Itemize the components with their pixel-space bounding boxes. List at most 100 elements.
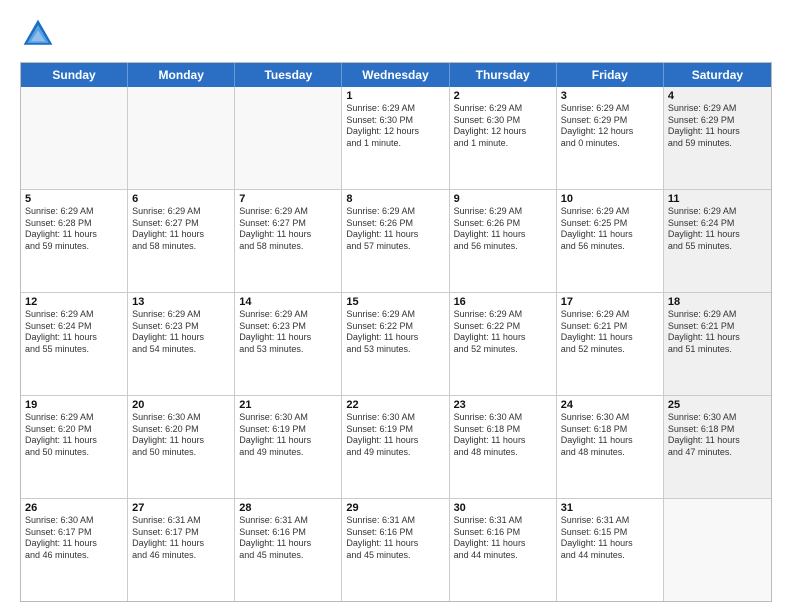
cell-info: Sunrise: 6:31 AM Sunset: 6:17 PM Dayligh…: [132, 515, 230, 562]
calendar-row-1: 5Sunrise: 6:29 AM Sunset: 6:28 PM Daylig…: [21, 190, 771, 293]
cell-info: Sunrise: 6:29 AM Sunset: 6:22 PM Dayligh…: [346, 309, 444, 356]
calendar-body: 1Sunrise: 6:29 AM Sunset: 6:30 PM Daylig…: [21, 87, 771, 601]
cell-info: Sunrise: 6:29 AM Sunset: 6:26 PM Dayligh…: [346, 206, 444, 253]
calendar-cell: 14Sunrise: 6:29 AM Sunset: 6:23 PM Dayli…: [235, 293, 342, 395]
calendar-cell: 23Sunrise: 6:30 AM Sunset: 6:18 PM Dayli…: [450, 396, 557, 498]
cell-info: Sunrise: 6:29 AM Sunset: 6:21 PM Dayligh…: [668, 309, 767, 356]
calendar-row-3: 19Sunrise: 6:29 AM Sunset: 6:20 PM Dayli…: [21, 396, 771, 499]
cell-info: Sunrise: 6:30 AM Sunset: 6:18 PM Dayligh…: [454, 412, 552, 459]
day-number: 16: [454, 296, 552, 308]
calendar-cell: 7Sunrise: 6:29 AM Sunset: 6:27 PM Daylig…: [235, 190, 342, 292]
calendar-cell: 15Sunrise: 6:29 AM Sunset: 6:22 PM Dayli…: [342, 293, 449, 395]
cell-info: Sunrise: 6:30 AM Sunset: 6:18 PM Dayligh…: [668, 412, 767, 459]
calendar: SundayMondayTuesdayWednesdayThursdayFrid…: [20, 62, 772, 602]
day-number: 27: [132, 502, 230, 514]
calendar-cell: 22Sunrise: 6:30 AM Sunset: 6:19 PM Dayli…: [342, 396, 449, 498]
calendar-cell: 25Sunrise: 6:30 AM Sunset: 6:18 PM Dayli…: [664, 396, 771, 498]
calendar-cell: 4Sunrise: 6:29 AM Sunset: 6:29 PM Daylig…: [664, 87, 771, 189]
cell-info: Sunrise: 6:29 AM Sunset: 6:20 PM Dayligh…: [25, 412, 123, 459]
day-number: 10: [561, 193, 659, 205]
header-day-saturday: Saturday: [664, 63, 771, 87]
logo-icon: [20, 16, 56, 52]
calendar-cell: 2Sunrise: 6:29 AM Sunset: 6:30 PM Daylig…: [450, 87, 557, 189]
day-number: 19: [25, 399, 123, 411]
day-number: 30: [454, 502, 552, 514]
day-number: 31: [561, 502, 659, 514]
calendar-cell: 24Sunrise: 6:30 AM Sunset: 6:18 PM Dayli…: [557, 396, 664, 498]
day-number: 4: [668, 90, 767, 102]
cell-info: Sunrise: 6:29 AM Sunset: 6:24 PM Dayligh…: [668, 206, 767, 253]
cell-info: Sunrise: 6:31 AM Sunset: 6:16 PM Dayligh…: [239, 515, 337, 562]
cell-info: Sunrise: 6:29 AM Sunset: 6:23 PM Dayligh…: [132, 309, 230, 356]
cell-info: Sunrise: 6:29 AM Sunset: 6:29 PM Dayligh…: [561, 103, 659, 150]
cell-info: Sunrise: 6:30 AM Sunset: 6:19 PM Dayligh…: [239, 412, 337, 459]
calendar-cell: 30Sunrise: 6:31 AM Sunset: 6:16 PM Dayli…: [450, 499, 557, 601]
day-number: 1: [346, 90, 444, 102]
day-number: 8: [346, 193, 444, 205]
day-number: 14: [239, 296, 337, 308]
cell-info: Sunrise: 6:30 AM Sunset: 6:18 PM Dayligh…: [561, 412, 659, 459]
calendar-cell: 11Sunrise: 6:29 AM Sunset: 6:24 PM Dayli…: [664, 190, 771, 292]
day-number: 26: [25, 502, 123, 514]
calendar-cell: 3Sunrise: 6:29 AM Sunset: 6:29 PM Daylig…: [557, 87, 664, 189]
calendar-cell: [235, 87, 342, 189]
calendar-cell: 20Sunrise: 6:30 AM Sunset: 6:20 PM Dayli…: [128, 396, 235, 498]
calendar-cell: 10Sunrise: 6:29 AM Sunset: 6:25 PM Dayli…: [557, 190, 664, 292]
cell-info: Sunrise: 6:31 AM Sunset: 6:16 PM Dayligh…: [454, 515, 552, 562]
day-number: 18: [668, 296, 767, 308]
cell-info: Sunrise: 6:29 AM Sunset: 6:25 PM Dayligh…: [561, 206, 659, 253]
day-number: 15: [346, 296, 444, 308]
calendar-cell: 29Sunrise: 6:31 AM Sunset: 6:16 PM Dayli…: [342, 499, 449, 601]
calendar-cell: 27Sunrise: 6:31 AM Sunset: 6:17 PM Dayli…: [128, 499, 235, 601]
day-number: 21: [239, 399, 337, 411]
day-number: 6: [132, 193, 230, 205]
calendar-cell: 16Sunrise: 6:29 AM Sunset: 6:22 PM Dayli…: [450, 293, 557, 395]
calendar-row-4: 26Sunrise: 6:30 AM Sunset: 6:17 PM Dayli…: [21, 499, 771, 601]
day-number: 25: [668, 399, 767, 411]
cell-info: Sunrise: 6:29 AM Sunset: 6:29 PM Dayligh…: [668, 103, 767, 150]
header-day-monday: Monday: [128, 63, 235, 87]
header-day-wednesday: Wednesday: [342, 63, 449, 87]
day-number: 3: [561, 90, 659, 102]
calendar-cell: [21, 87, 128, 189]
calendar-cell: 6Sunrise: 6:29 AM Sunset: 6:27 PM Daylig…: [128, 190, 235, 292]
calendar-cell: 21Sunrise: 6:30 AM Sunset: 6:19 PM Dayli…: [235, 396, 342, 498]
calendar-cell: 28Sunrise: 6:31 AM Sunset: 6:16 PM Dayli…: [235, 499, 342, 601]
day-number: 11: [668, 193, 767, 205]
calendar-cell: 1Sunrise: 6:29 AM Sunset: 6:30 PM Daylig…: [342, 87, 449, 189]
cell-info: Sunrise: 6:29 AM Sunset: 6:23 PM Dayligh…: [239, 309, 337, 356]
day-number: 2: [454, 90, 552, 102]
day-number: 9: [454, 193, 552, 205]
day-number: 24: [561, 399, 659, 411]
calendar-cell: 26Sunrise: 6:30 AM Sunset: 6:17 PM Dayli…: [21, 499, 128, 601]
day-number: 23: [454, 399, 552, 411]
calendar-header: SundayMondayTuesdayWednesdayThursdayFrid…: [21, 63, 771, 87]
cell-info: Sunrise: 6:29 AM Sunset: 6:30 PM Dayligh…: [346, 103, 444, 150]
calendar-cell: 9Sunrise: 6:29 AM Sunset: 6:26 PM Daylig…: [450, 190, 557, 292]
calendar-cell: 13Sunrise: 6:29 AM Sunset: 6:23 PM Dayli…: [128, 293, 235, 395]
calendar-cell: 8Sunrise: 6:29 AM Sunset: 6:26 PM Daylig…: [342, 190, 449, 292]
cell-info: Sunrise: 6:29 AM Sunset: 6:26 PM Dayligh…: [454, 206, 552, 253]
calendar-row-2: 12Sunrise: 6:29 AM Sunset: 6:24 PM Dayli…: [21, 293, 771, 396]
header-day-thursday: Thursday: [450, 63, 557, 87]
calendar-cell: 19Sunrise: 6:29 AM Sunset: 6:20 PM Dayli…: [21, 396, 128, 498]
cell-info: Sunrise: 6:29 AM Sunset: 6:30 PM Dayligh…: [454, 103, 552, 150]
day-number: 12: [25, 296, 123, 308]
calendar-cell: 17Sunrise: 6:29 AM Sunset: 6:21 PM Dayli…: [557, 293, 664, 395]
day-number: 22: [346, 399, 444, 411]
calendar-cell: [128, 87, 235, 189]
cell-info: Sunrise: 6:29 AM Sunset: 6:21 PM Dayligh…: [561, 309, 659, 356]
logo: [20, 16, 60, 52]
day-number: 17: [561, 296, 659, 308]
day-number: 7: [239, 193, 337, 205]
cell-info: Sunrise: 6:30 AM Sunset: 6:17 PM Dayligh…: [25, 515, 123, 562]
cell-info: Sunrise: 6:30 AM Sunset: 6:20 PM Dayligh…: [132, 412, 230, 459]
cell-info: Sunrise: 6:29 AM Sunset: 6:27 PM Dayligh…: [132, 206, 230, 253]
header-day-tuesday: Tuesday: [235, 63, 342, 87]
header-day-sunday: Sunday: [21, 63, 128, 87]
cell-info: Sunrise: 6:29 AM Sunset: 6:28 PM Dayligh…: [25, 206, 123, 253]
calendar-cell: 31Sunrise: 6:31 AM Sunset: 6:15 PM Dayli…: [557, 499, 664, 601]
cell-info: Sunrise: 6:31 AM Sunset: 6:15 PM Dayligh…: [561, 515, 659, 562]
day-number: 28: [239, 502, 337, 514]
day-number: 20: [132, 399, 230, 411]
